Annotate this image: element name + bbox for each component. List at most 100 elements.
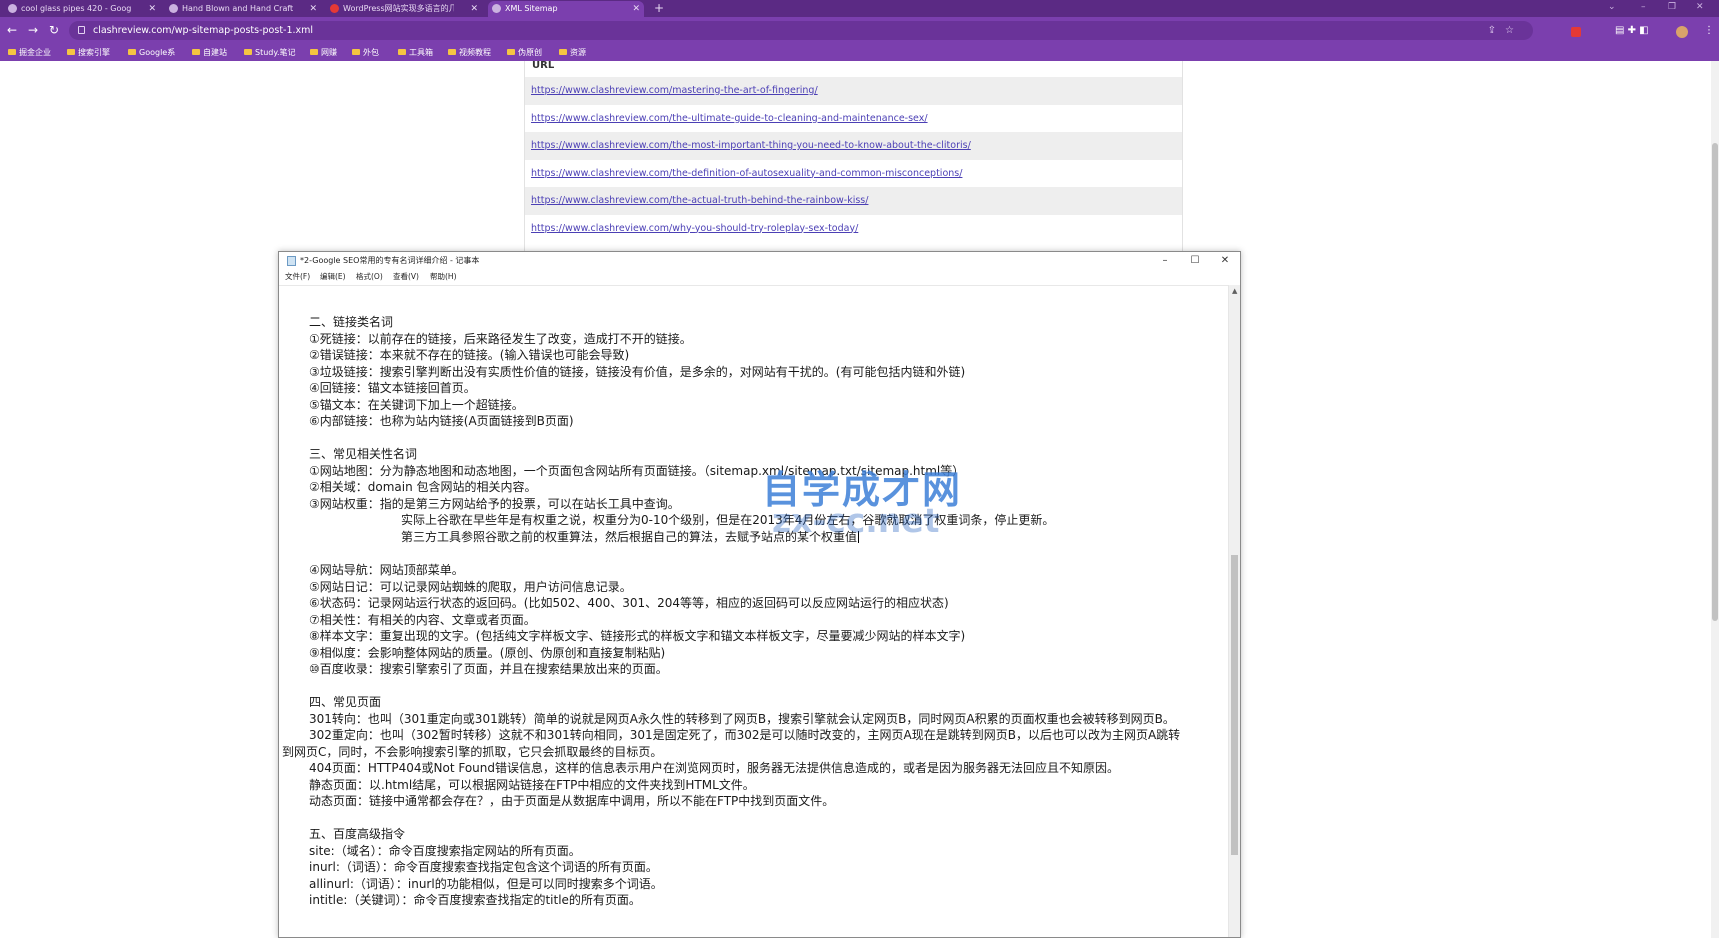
google-icon	[8, 4, 17, 13]
bookmark-folder[interactable]: 网赚	[309, 44, 337, 61]
bookmark-folder[interactable]: Study.笔记	[243, 44, 296, 61]
bookmark-label: 掘金企业	[19, 48, 51, 57]
text-line: ②相关域：domain 包含网站的相关内容。	[309, 480, 537, 494]
menu-help[interactable]: 帮助(H)	[430, 270, 457, 284]
folder-icon	[192, 49, 200, 55]
sitemap-link[interactable]: https://www.clashreview.com/the-actual-t…	[531, 195, 868, 206]
page-scrollbar[interactable]	[1711, 61, 1719, 938]
text-line: ⑩百度收录：搜索引擎索引了页面，并且在搜索结果放出来的页面。	[309, 662, 668, 676]
address-url[interactable]: clashreview.com/wp-sitemap-posts-post-1.…	[93, 21, 313, 40]
youtube-icon	[330, 4, 339, 13]
notepad-titlebar[interactable]: *2-Google SEO常用的专有名词详细介绍 - 记事本 – ☐ ✕	[279, 252, 1240, 270]
bookmark-folder[interactable]: 自建站	[191, 44, 227, 61]
sitemap-link[interactable]: https://www.clashreview.com/why-you-shou…	[531, 223, 858, 234]
text-line: 三、常见相关性名词	[309, 447, 418, 461]
bookmark-label: 伪原创	[518, 48, 542, 57]
menu-icon[interactable]: ⋮	[1704, 21, 1714, 40]
tab-wordpress-video[interactable]: WordPress网站实现多语言的几 ✕	[326, 1, 482, 17]
folder-icon	[352, 49, 360, 55]
restore-icon[interactable]: ❐	[1668, 0, 1676, 14]
tab-title: Hand Blown and Hand Crafted	[182, 4, 293, 13]
bookmark-label: 视频教程	[459, 48, 491, 57]
text-line: ⑥内部链接：也称为站内链接(A页面链接到B页面)	[309, 414, 574, 428]
bookmark-label: 工具箱	[409, 48, 433, 57]
bookmark-folder[interactable]: 伪原创	[506, 44, 542, 61]
notepad-text-area[interactable]: 二、链接类名词 ①死链接：以前存在的链接，后来路径发生了改变，造成打不开的链接。…	[279, 285, 1228, 937]
text-line: ⑧样本文字：重复出现的文字。(包括纯文字样板文字、链接形式的样板文字和锚文本样板…	[309, 629, 966, 643]
tab-strip: cool glass pipes 420 - Google ✕ Hand Blo…	[0, 0, 1719, 17]
bookmark-label: 资源	[570, 48, 586, 57]
table-row: https://www.clashreview.com/the-ultimate…	[525, 105, 1182, 133]
sitemap-link[interactable]: https://www.clashreview.com/the-definiti…	[531, 168, 962, 179]
minimize-icon[interactable]: –	[1641, 0, 1646, 14]
notepad-scrollbar[interactable]: ▲	[1228, 285, 1240, 937]
chevron-down-icon[interactable]: ⌄	[1608, 0, 1616, 14]
text-line: 静态页面：以.html结尾，可以根据网站链接在FTP中相应的文件夹找到HTML文…	[309, 777, 755, 792]
folder-icon	[559, 49, 567, 55]
close-icon[interactable]: ✕	[470, 1, 478, 17]
extensions-icon[interactable]: ▤ ✚ ◧	[1615, 21, 1649, 40]
bookmark-folder[interactable]: 视频教程	[447, 44, 491, 61]
text-line: ⑦相关性：有相关的内容、文章或者页面。	[309, 612, 536, 627]
folder-icon	[8, 49, 16, 55]
address-bar[interactable]: clashreview.com/wp-sitemap-posts-post-1.…	[69, 21, 1533, 40]
text-line: intitle:（关键词）：命令百度搜索查找指定的title的所有页面。	[309, 893, 641, 907]
text-line: allinurl:（词语）：inurl的功能相似，但是可以同时搜索多个词语。	[309, 876, 663, 891]
sitemap-link[interactable]: https://www.clashreview.com/mastering-th…	[531, 85, 818, 96]
menu-edit[interactable]: 编辑(E)	[320, 270, 346, 284]
scroll-up-icon[interactable]: ▲	[1232, 287, 1237, 295]
sitemap-link[interactable]: https://www.clashreview.com/the-ultimate…	[531, 113, 928, 124]
close-icon[interactable]: ✕	[309, 1, 317, 17]
new-tab-button[interactable]: +	[654, 0, 664, 17]
tab-title: WordPress网站实现多语言的几	[343, 4, 454, 13]
bookmark-folder[interactable]: 外包	[351, 44, 379, 61]
folder-icon	[398, 49, 406, 55]
notepad-menubar: 文件(F) 编辑(E) 格式(O) 查看(V) 帮助(H)	[279, 270, 1240, 284]
table-row: https://www.clashreview.com/the-most-imp…	[525, 132, 1182, 160]
bookmark-label: 外包	[363, 48, 379, 57]
text-line: site:（域名）：命令百度搜索指定网站的所有页面。	[309, 843, 581, 858]
text-line: 二、链接类名词	[309, 315, 394, 329]
reload-icon[interactable]: ↻	[45, 21, 63, 39]
close-icon[interactable]: ✕	[148, 1, 156, 17]
extension-icon[interactable]	[1571, 27, 1581, 37]
close-icon[interactable]: ✕	[632, 1, 640, 17]
menu-file[interactable]: 文件(F)	[285, 270, 310, 284]
text-line: ②错误链接：本来就不存在的链接。(输入错误也可能会导致)	[309, 348, 630, 362]
lock-icon[interactable]	[78, 26, 85, 34]
tab-title: cool glass pipes 420 - Google	[21, 4, 132, 13]
menu-format[interactable]: 格式(O)	[356, 270, 383, 284]
close-window-icon[interactable]: ✕	[1696, 0, 1704, 14]
tab-title: XML Sitemap	[505, 4, 558, 13]
forward-icon[interactable]: →	[24, 21, 42, 39]
bookmark-label: Google系	[139, 48, 176, 57]
text-line: 到网页C，同时，不会影响搜索引擎的抓取，它只会抓取最终的目标页。	[282, 744, 663, 759]
table-row: https://www.clashreview.com/mastering-th…	[525, 77, 1182, 105]
bookmark-folder[interactable]: Google系	[127, 44, 175, 61]
back-icon[interactable]: ←	[3, 21, 21, 39]
bookmark-label: 网赚	[321, 48, 337, 57]
tab-hand-blown[interactable]: Hand Blown and Hand Crafted ✕	[165, 1, 321, 17]
minimize-button[interactable]: –	[1151, 252, 1179, 270]
page-icon	[169, 4, 178, 13]
bookmark-folder[interactable]: 掘金企业	[7, 44, 51, 61]
text-line: ④回链接：锚文本链接回首页。	[309, 381, 476, 395]
table-row: https://www.clashreview.com/the-actual-t…	[525, 187, 1182, 215]
bookmark-folder[interactable]: 工具箱	[397, 44, 433, 61]
share-icon[interactable]: ⇪☆	[1488, 21, 1523, 40]
sitemap-link[interactable]: https://www.clashreview.com/the-most-imp…	[531, 140, 971, 151]
scrollbar-thumb[interactable]	[1231, 555, 1238, 855]
bookmark-label: Study.笔记	[255, 48, 296, 57]
folder-icon	[507, 49, 515, 55]
tab-xml-sitemap[interactable]: XML Sitemap ✕	[488, 1, 644, 17]
tab-google-search[interactable]: cool glass pipes 420 - Google ✕	[4, 1, 160, 17]
folder-icon	[128, 49, 136, 55]
bookmark-folder[interactable]: 搜索引擎	[66, 44, 110, 61]
text-line: 301转向：也叫（301重定向或301跳转）简单的说就是网页A永久性的转移到了网…	[309, 711, 1175, 726]
maximize-button[interactable]: ☐	[1181, 252, 1209, 270]
scrollbar-thumb[interactable]	[1712, 143, 1718, 621]
close-button[interactable]: ✕	[1211, 252, 1239, 270]
avatar[interactable]	[1676, 26, 1688, 38]
menu-view[interactable]: 查看(V)	[393, 270, 419, 284]
bookmark-folder[interactable]: 资源	[558, 44, 586, 61]
